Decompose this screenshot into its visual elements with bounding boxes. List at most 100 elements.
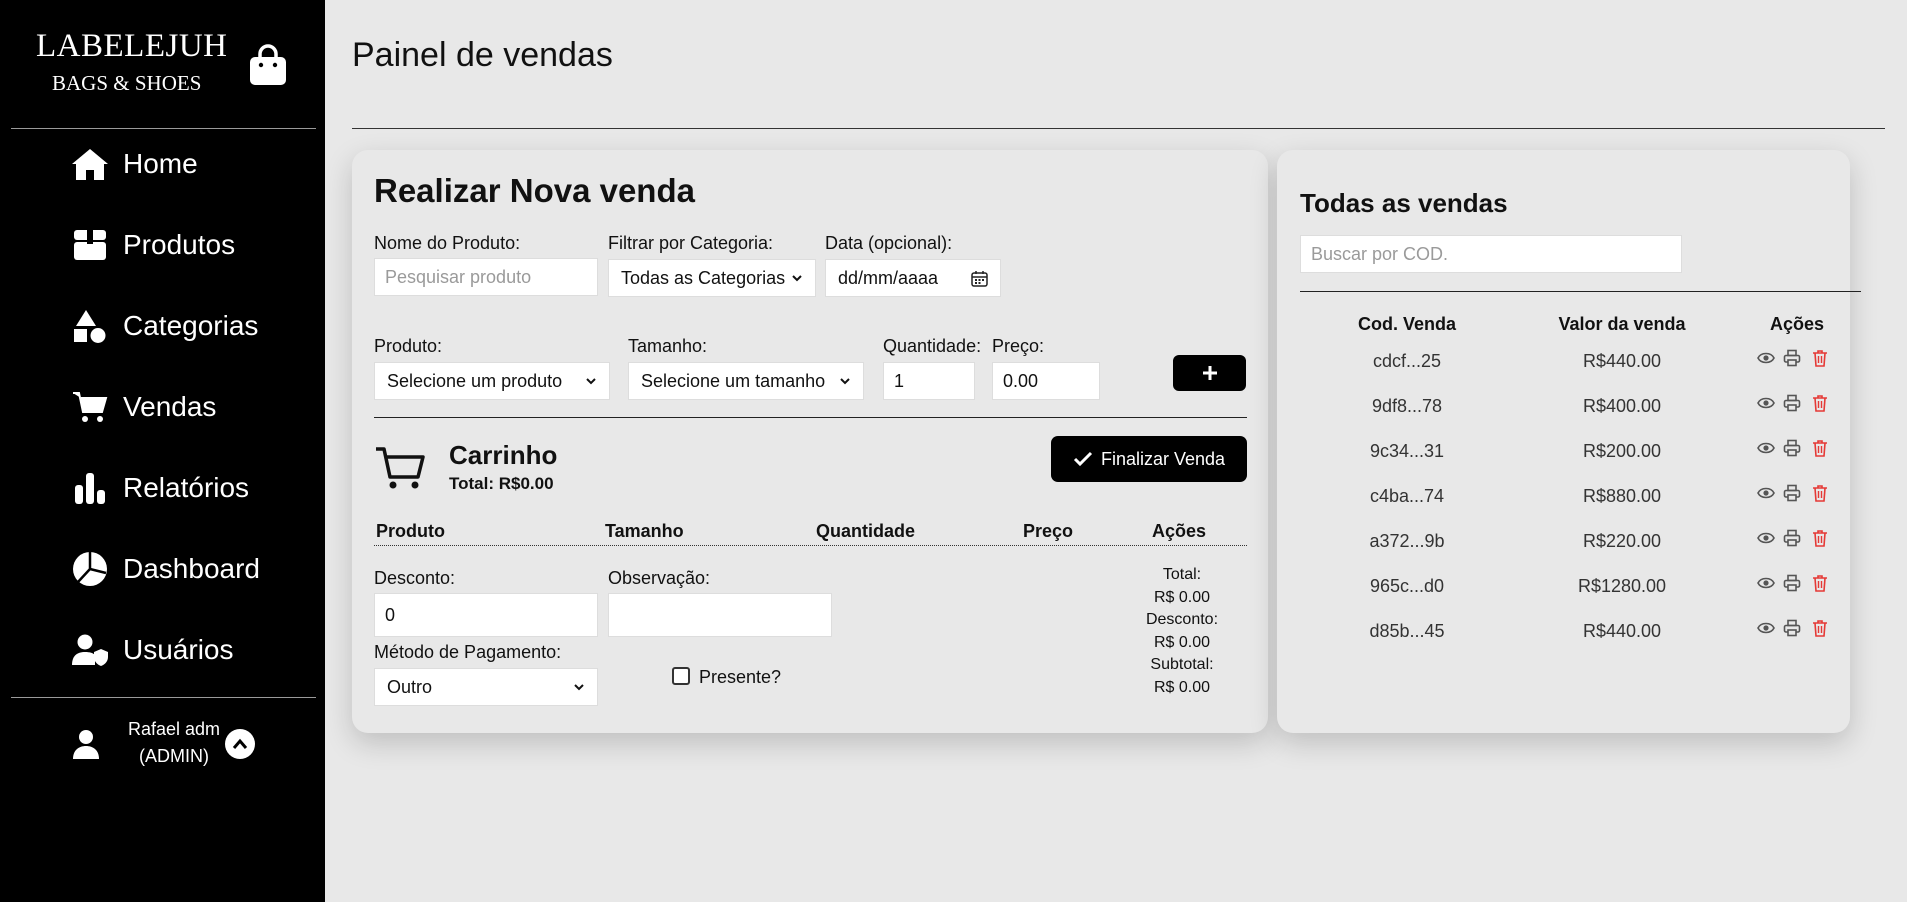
sale-code: 9c34...31	[1369, 441, 1445, 461]
sidebar-item-relatorios[interactable]: Relatórios	[70, 463, 249, 513]
delete-icon[interactable]	[1811, 484, 1829, 502]
sale-value: R$200.00	[1582, 441, 1662, 461]
size-select-value: Selecione um tamanho	[641, 370, 826, 391]
size-label: Tamanho:	[628, 336, 708, 356]
sale-code: 9df8...78	[1371, 396, 1443, 416]
sale-code: a372...9b	[1369, 531, 1445, 551]
page-title: Painel de vendas	[352, 36, 613, 74]
product-select-value: Selecione um produto	[387, 370, 563, 391]
calendar-icon[interactable]	[971, 270, 988, 287]
note-label: Observação:	[608, 568, 711, 588]
quantity-input[interactable]: 1	[883, 362, 975, 400]
category-filter-select[interactable]: Todas as Categorias	[608, 259, 816, 297]
sidebar-divider-bottom	[11, 697, 316, 698]
user-shield-icon	[70, 630, 110, 670]
sidebar-item-label: Usuários	[123, 634, 234, 665]
add-item-button[interactable]	[1173, 355, 1246, 391]
product-search-input[interactable]: Pesquisar produto	[374, 258, 598, 296]
view-icon[interactable]	[1757, 349, 1775, 367]
product-select[interactable]: Selecione um produto	[374, 362, 610, 400]
view-icon[interactable]	[1757, 529, 1775, 547]
order-summary: Total: R$ 0.00 Desconto: R$ 0.00 Subtota…	[1132, 564, 1232, 699]
print-icon[interactable]	[1783, 394, 1801, 412]
sale-code-search-input[interactable]: Buscar por COD.	[1300, 235, 1682, 273]
category-filter-label: Filtrar por Categoria:	[608, 233, 774, 253]
price-input[interactable]: 0.00	[992, 362, 1100, 400]
delete-icon[interactable]	[1811, 439, 1829, 457]
sidebar-item-categorias[interactable]: Categorias	[70, 301, 258, 351]
view-icon[interactable]	[1757, 574, 1775, 592]
check-icon	[1073, 451, 1093, 467]
gift-checkbox[interactable]	[672, 667, 690, 685]
cart-col-acoes: Ações	[1152, 521, 1207, 541]
view-icon[interactable]	[1757, 484, 1775, 502]
sidebar-item-label: Dashboard	[123, 553, 260, 584]
print-icon[interactable]	[1783, 574, 1801, 592]
sidebar-item-produtos[interactable]: Produtos	[70, 220, 235, 270]
header-divider	[352, 128, 1885, 129]
sidebar-item-label: Home	[123, 148, 198, 179]
delete-icon[interactable]	[1811, 619, 1829, 637]
date-value: dd/mm/aaaa	[838, 267, 939, 288]
finalize-sale-label: Finalizar Venda	[1100, 448, 1226, 469]
all-sales-title: Todas as vendas	[1300, 188, 1508, 218]
print-icon[interactable]	[1783, 439, 1801, 457]
chevron-down-icon	[586, 378, 596, 385]
view-icon[interactable]	[1757, 439, 1775, 457]
sale-value: R$880.00	[1582, 486, 1662, 506]
product-label: Produto:	[374, 336, 443, 356]
view-icon[interactable]	[1757, 619, 1775, 637]
new-sale-card: Realizar Nova venda Nome do Produto: Pes…	[352, 150, 1268, 733]
chevron-down-icon	[792, 275, 802, 282]
payment-method-select[interactable]: Outro	[374, 668, 598, 706]
delete-icon[interactable]	[1811, 529, 1829, 547]
sidebar-item-label: Produtos	[123, 229, 236, 260]
delete-icon[interactable]	[1811, 349, 1829, 367]
summary-discount-label: Desconto:	[1145, 611, 1219, 628]
print-icon[interactable]	[1783, 529, 1801, 547]
new-sale-title: Realizar Nova venda	[374, 172, 695, 209]
sidebar-item-home[interactable]: Home	[70, 139, 198, 189]
note-input[interactable]	[608, 593, 832, 637]
brand-name: LABELEJUH	[36, 28, 228, 64]
size-select[interactable]: Selecione um tamanho	[628, 362, 864, 400]
box-icon	[70, 225, 110, 265]
sale-value: R$400.00	[1582, 396, 1662, 416]
sale-code: d85b...45	[1369, 621, 1445, 641]
discount-label: Desconto:	[374, 568, 456, 588]
finalize-sale-button[interactable]: Finalizar Venda	[1051, 436, 1247, 482]
discount-input[interactable]: 0	[374, 593, 598, 637]
delete-icon[interactable]	[1811, 574, 1829, 592]
print-icon[interactable]	[1783, 484, 1801, 502]
summary-discount-value: R$ 0.00	[1153, 633, 1211, 651]
sidebar-item-label: Vendas	[123, 391, 217, 422]
cart-col-preco: Preço	[1023, 521, 1074, 541]
sidebar: LABELEJUH BAGS & SHOES Home Produtos Cat…	[0, 0, 325, 902]
sale-code: cdcf...25	[1372, 351, 1442, 371]
brand[interactable]: LABELEJUH BAGS & SHOES	[0, 0, 325, 128]
summary-total-value: R$ 0.00	[1153, 588, 1211, 606]
user-name-block: Rafael adm (ADMIN)	[114, 716, 234, 770]
print-icon[interactable]	[1783, 349, 1801, 367]
cart-col-tamanho: Tamanho	[605, 521, 684, 541]
shapes-icon	[70, 306, 110, 346]
price-label: Preço:	[992, 336, 1045, 356]
home-icon	[70, 144, 110, 184]
sale-value: R$220.00	[1582, 531, 1662, 551]
sidebar-item-usuarios[interactable]: Usuários	[70, 625, 233, 675]
view-icon[interactable]	[1757, 394, 1775, 412]
user-menu-toggle[interactable]	[225, 729, 255, 759]
sidebar-item-label: Categorias	[123, 310, 259, 341]
user-name: Rafael adm	[127, 719, 221, 739]
date-label: Data (opcional):	[825, 233, 953, 253]
date-input[interactable]: dd/mm/aaaa	[825, 259, 1001, 297]
chevron-up-icon	[232, 738, 248, 749]
print-icon[interactable]	[1783, 619, 1801, 637]
cart-title: Carrinho	[449, 440, 558, 470]
delete-icon[interactable]	[1811, 394, 1829, 412]
all-sales-card: Todas as vendas Buscar por COD. Cod. Ven…	[1277, 150, 1861, 733]
plus-icon	[1202, 366, 1217, 380]
cart-col-quantidade: Quantidade	[816, 521, 916, 541]
sidebar-item-dashboard[interactable]: Dashboard	[70, 544, 260, 594]
sidebar-item-vendas[interactable]: Vendas	[70, 382, 216, 432]
